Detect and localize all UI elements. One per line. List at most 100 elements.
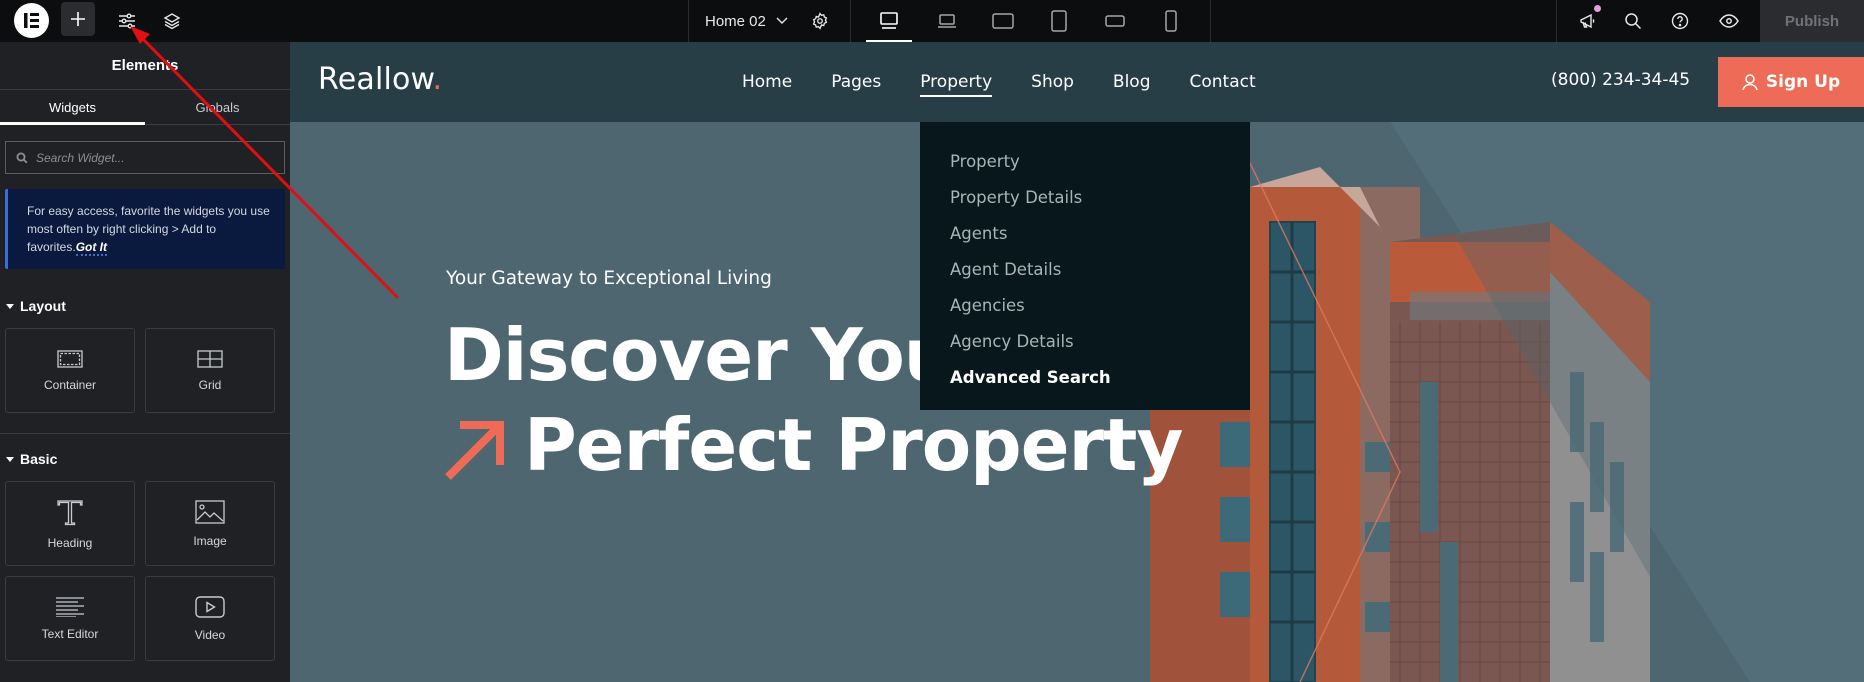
notification-dot [1594,5,1601,12]
editor-topbar: Home 02 Publish [0,0,1864,42]
widget-label: Heading [47,535,93,550]
help-icon [1671,12,1689,30]
notifications-button[interactable] [1571,0,1605,42]
panel-tabs: Widgets Globals [0,90,290,125]
plus-icon [71,12,85,26]
publish-button[interactable]: Publish [1760,0,1864,42]
device-tablet[interactable] [1036,0,1082,42]
site-settings-button[interactable] [110,0,144,42]
caret-down-icon [6,456,14,462]
widget-image[interactable]: Image [145,481,275,566]
device-mobile-landscape[interactable] [1092,0,1138,42]
page-name: Home 02 [705,12,766,30]
laptop-icon [938,14,956,28]
page-settings-button[interactable] [803,0,837,42]
favorites-tip: For easy access, favorite the widgets yo… [5,189,285,269]
dropdown-item-agency-details[interactable]: Agency Details [920,324,1250,360]
tablet-landscape-icon [992,13,1014,29]
eye-icon [1719,14,1739,28]
sign-up-label: Sign Up [1765,72,1841,92]
site-logo-dot: . [432,62,443,97]
dropdown-item-property-details[interactable]: Property Details [920,180,1250,216]
search-icon [16,152,28,163]
widget-grid[interactable]: Grid [145,328,275,413]
text-editor-icon [56,596,84,617]
user-icon [1742,73,1758,90]
site-nav: Home Pages Property Shop Blog Contact [742,42,1295,122]
heading-icon [57,499,83,525]
tip-text: For easy access, favorite the widgets yo… [27,204,270,254]
hero-tagline: Your Gateway to Exceptional Living [446,268,772,289]
site-logo[interactable]: Reallow. [318,62,442,97]
preview-button[interactable] [1712,0,1746,42]
widget-label: Grid [198,377,222,392]
dropdown-item-agencies[interactable]: Agencies [920,288,1250,324]
dropdown-item-agent-details[interactable]: Agent Details [920,252,1250,288]
chevron-down-icon [776,17,788,24]
device-tablet-landscape[interactable] [980,0,1026,42]
mobile-landscape-icon [1105,15,1125,27]
tab-globals[interactable]: Globals [145,90,290,124]
section-title: Layout [20,298,66,314]
device-desktop[interactable] [866,0,912,42]
hero-title-line2: Perfect Property [524,403,1183,487]
device-mobile[interactable] [1148,0,1194,42]
section-layout-toggle[interactable]: Layout [0,296,290,316]
nav-contact[interactable]: Contact [1190,72,1256,92]
got-it-link[interactable]: Got It [75,240,108,256]
search-button[interactable] [1616,0,1650,42]
desktop-icon [880,12,898,29]
hero-building-image [1150,122,1864,682]
caret-down-icon [6,303,14,309]
megaphone-icon [1580,13,1595,29]
site-logo-text: Reallow [318,62,433,97]
property-dropdown-menu: Property Property Details Agents Agent D… [920,122,1250,410]
video-icon [195,595,225,618]
nav-blog[interactable]: Blog [1113,72,1151,92]
sign-up-button[interactable]: Sign Up [1718,57,1864,107]
help-button[interactable] [1663,0,1697,42]
preview-canvas: Reallow. Home Pages Property Shop Blog C… [290,42,1864,682]
panel-title: Elements [0,42,290,90]
widget-label: Text Editor [41,626,99,641]
widget-search-input[interactable] [36,150,256,165]
nav-pages[interactable]: Pages [831,72,881,92]
nav-home[interactable]: Home [742,72,792,92]
basic-widgets: Heading Image Text Editor Video [0,481,290,661]
dropdown-item-property[interactable]: Property [920,144,1250,180]
gear-icon [812,12,828,30]
sliders-icon [119,13,135,29]
device-laptop[interactable] [924,0,970,42]
layers-icon [163,13,181,30]
add-element-button[interactable] [61,2,95,36]
widget-text-editor[interactable]: Text Editor [5,576,135,661]
elementor-logo-button[interactable] [14,3,49,38]
grid-icon [197,349,223,368]
image-icon [195,499,225,524]
widget-label: Video [194,627,226,642]
widget-label: Image [193,533,227,548]
mobile-icon [1165,10,1177,32]
dropdown-item-advanced-search[interactable]: Advanced Search [920,360,1250,396]
nav-shop[interactable]: Shop [1031,72,1074,92]
widget-container[interactable]: Container [5,328,135,413]
dropdown-item-agents[interactable]: Agents [920,216,1250,252]
widget-search [5,141,285,174]
elementor-logo-icon [24,13,39,28]
site-header: Reallow. Home Pages Property Shop Blog C… [290,42,1864,122]
phone-number[interactable]: (800) 234-34-45 [1551,70,1690,90]
page-selector[interactable]: Home 02 [705,0,788,42]
structure-button[interactable] [155,0,189,42]
container-icon [57,349,83,368]
widget-label: Container [43,377,97,392]
tablet-icon [1051,10,1067,32]
nav-property[interactable]: Property [920,72,992,97]
section-basic-toggle[interactable]: Basic [0,449,290,469]
arrow-up-right-icon [445,421,504,481]
tab-widgets[interactable]: Widgets [0,90,145,125]
widget-video[interactable]: Video [145,576,275,661]
search-icon [1625,13,1642,30]
widget-heading[interactable]: Heading [5,481,135,566]
section-title: Basic [20,451,58,467]
layout-widgets: Container Grid [0,328,290,413]
